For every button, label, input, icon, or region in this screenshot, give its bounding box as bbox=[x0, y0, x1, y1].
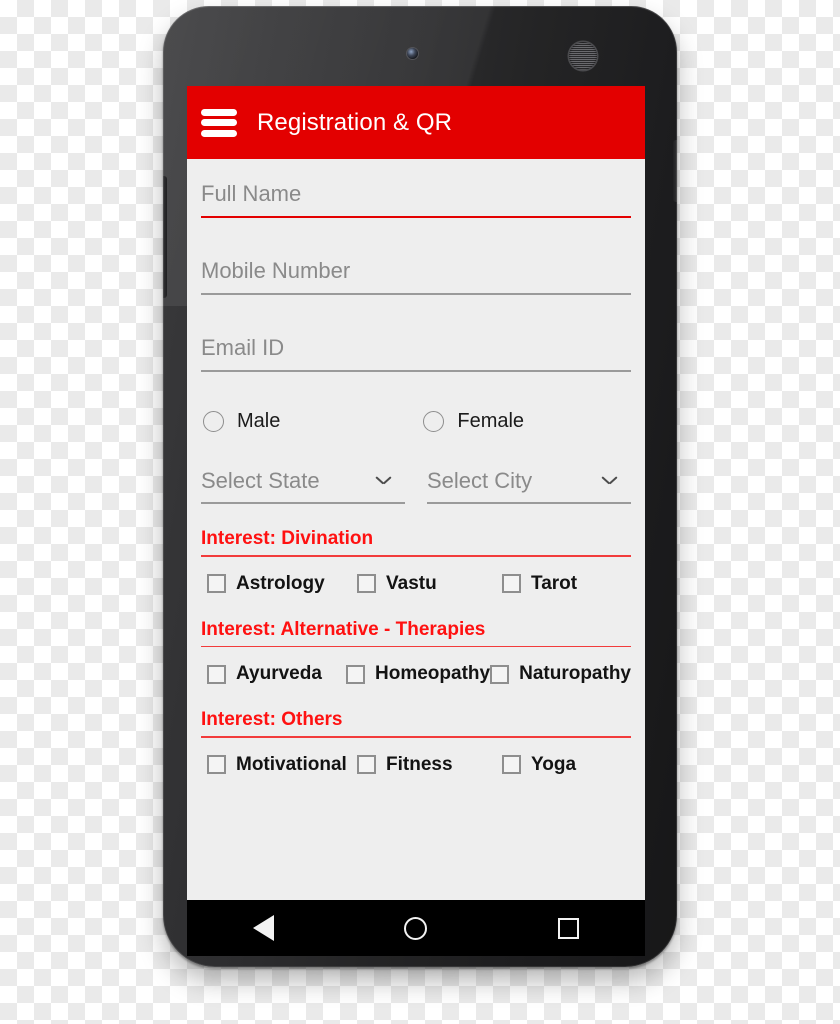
section-title: Interest: Others bbox=[201, 709, 343, 731]
page-title: Registration & QR bbox=[257, 108, 453, 136]
checkbox-ayurveda-label: Ayurveda bbox=[236, 663, 322, 685]
back-icon bbox=[252, 915, 274, 941]
select-city-underline bbox=[427, 502, 631, 504]
checkbox-motivational-icon bbox=[207, 755, 226, 775]
checkbox-astrology-icon bbox=[207, 574, 226, 594]
checkbox-yoga[interactable]: Yoga bbox=[502, 754, 576, 776]
earpiece-speaker-icon bbox=[569, 42, 597, 70]
radio-male[interactable]: Male bbox=[203, 410, 280, 433]
checkbox-yoga-icon bbox=[502, 755, 521, 775]
hamburger-menu-icon[interactable] bbox=[201, 108, 237, 137]
nav-home-button[interactable] bbox=[388, 905, 444, 951]
email-id-underline bbox=[201, 370, 631, 372]
radio-female[interactable]: Female bbox=[423, 410, 524, 433]
select-state-underline bbox=[201, 502, 405, 504]
mobile-number-field[interactable]: Mobile Number bbox=[201, 254, 631, 295]
home-icon bbox=[404, 916, 428, 940]
interest-section-divination: Interest: Divination Astrology Vastu Tar… bbox=[201, 528, 631, 595]
smartphone-device: Registration & QR Full Name Mobile Numbe… bbox=[163, 6, 677, 967]
device-screen: Registration & QR Full Name Mobile Numbe… bbox=[187, 86, 645, 900]
checkbox-motivational-label: Motivational bbox=[236, 753, 347, 775]
chevron-down-icon bbox=[376, 476, 391, 485]
checkbox-tarot[interactable]: Tarot bbox=[502, 573, 577, 595]
nav-back-button[interactable] bbox=[235, 905, 291, 951]
full-name-underline bbox=[201, 216, 631, 218]
checkbox-ayurveda-icon bbox=[207, 664, 226, 684]
mobile-number-placeholder: Mobile Number bbox=[201, 258, 351, 283]
checkbox-astrology-label: Astrology bbox=[236, 572, 325, 594]
chevron-down-icon bbox=[602, 476, 617, 485]
checkbox-tarot-icon bbox=[502, 574, 521, 594]
recents-icon bbox=[558, 917, 580, 939]
radio-male-label: Male bbox=[237, 410, 281, 432]
checkbox-vastu-icon bbox=[357, 574, 376, 594]
mobile-number-underline bbox=[201, 293, 631, 295]
volume-rocker-button[interactable] bbox=[163, 176, 167, 298]
select-state-value: Select State bbox=[201, 468, 320, 493]
select-state-dropdown[interactable]: Select State bbox=[201, 465, 405, 504]
checkbox-fitness-label: Fitness bbox=[386, 753, 453, 775]
checkbox-motivational[interactable]: Motivational bbox=[207, 754, 357, 776]
checkbox-yoga-label: Yoga bbox=[531, 753, 577, 775]
radio-female-icon bbox=[423, 411, 445, 432]
section-title: Interest: Alternative - Therapies bbox=[201, 618, 486, 640]
checkbox-homeopathy-icon bbox=[346, 664, 366, 684]
checkbox-naturopathy[interactable]: Naturopathy bbox=[490, 663, 631, 685]
checkbox-ayurveda[interactable]: Ayurveda bbox=[207, 663, 346, 685]
radio-female-label: Female bbox=[457, 410, 525, 432]
app-bar: Registration & QR bbox=[187, 86, 645, 159]
front-camera-icon bbox=[407, 48, 418, 59]
power-button[interactable] bbox=[673, 140, 677, 202]
checkbox-fitness[interactable]: Fitness bbox=[357, 754, 502, 776]
checkbox-naturopathy-icon bbox=[490, 664, 510, 684]
gender-radio-group: Male Female bbox=[201, 410, 631, 433]
checkbox-vastu[interactable]: Vastu bbox=[357, 573, 502, 595]
checkbox-astrology[interactable]: Astrology bbox=[207, 573, 357, 595]
checkbox-tarot-label: Tarot bbox=[531, 572, 578, 594]
checkbox-group-others: Motivational Fitness Yoga bbox=[201, 754, 631, 776]
section-divider bbox=[201, 736, 631, 738]
android-navigation-bar bbox=[187, 900, 645, 956]
section-divider bbox=[201, 555, 631, 557]
checkbox-group-divination: Astrology Vastu Tarot bbox=[201, 573, 631, 595]
nav-recents-button[interactable] bbox=[541, 905, 597, 951]
location-select-row: Select State Select City bbox=[201, 465, 631, 504]
select-city-value: Select City bbox=[427, 468, 533, 493]
radio-male-icon bbox=[203, 411, 224, 432]
interest-section-others: Interest: Others Motivational Fitness Yo… bbox=[201, 709, 631, 776]
email-id-field[interactable]: Email ID bbox=[201, 331, 631, 372]
checkbox-homeopathy-label: Homeopathy bbox=[375, 663, 491, 685]
checkbox-group-alternative-therapies: Ayurveda Homeopathy Naturopathy bbox=[201, 663, 631, 685]
checkbox-homeopathy[interactable]: Homeopathy bbox=[346, 663, 490, 685]
email-id-placeholder: Email ID bbox=[201, 335, 285, 360]
checkbox-naturopathy-label: Naturopathy bbox=[519, 663, 631, 685]
section-divider bbox=[201, 645, 631, 648]
full-name-field[interactable]: Full Name bbox=[201, 177, 631, 218]
checkbox-fitness-icon bbox=[357, 755, 376, 775]
section-title: Interest: Divination bbox=[201, 528, 374, 549]
select-city-dropdown[interactable]: Select City bbox=[427, 465, 631, 504]
full-name-placeholder: Full Name bbox=[201, 181, 302, 206]
registration-form: Full Name Mobile Number Email ID Male Fe… bbox=[187, 177, 645, 776]
interest-section-alternative-therapies: Interest: Alternative - Therapies Ayurve… bbox=[201, 619, 631, 686]
checkbox-vastu-label: Vastu bbox=[386, 572, 437, 594]
